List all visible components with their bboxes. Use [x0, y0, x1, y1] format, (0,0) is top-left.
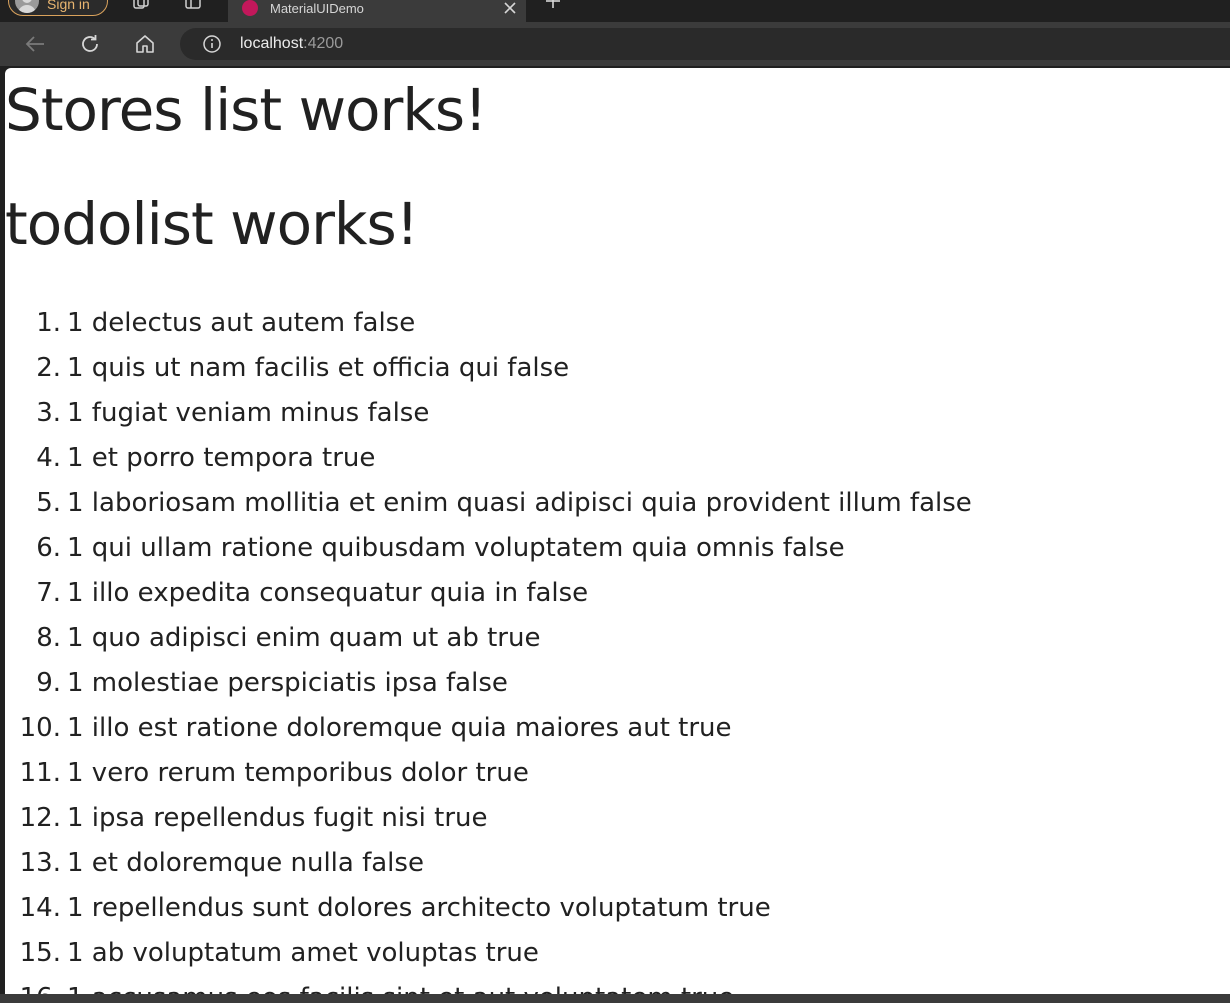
todo-number: 12.	[19, 803, 61, 833]
close-icon[interactable]	[502, 0, 518, 16]
tab-strip: Sign in MaterialUIDemo	[0, 0, 1230, 22]
todo-item: 8. 1 quo adipisci enim quam ut ab true	[5, 616, 972, 661]
todolist-heading: todolist works!	[5, 190, 419, 258]
info-icon[interactable]	[202, 34, 222, 54]
todo-text: 1 et doloremque nulla false	[67, 848, 424, 878]
todo-text: 1 vero rerum temporibus dolor true	[67, 758, 529, 788]
todo-text: 1 qui ullam ratione quibusdam voluptatem…	[67, 533, 845, 563]
todo-text: 1 illo expedita consequatur quia in fals…	[67, 578, 589, 608]
todo-text: 1 delectus aut autem false	[67, 308, 416, 338]
todo-number: 14.	[19, 893, 61, 923]
todo-text: 1 accusamus eos facilis sint et aut volu…	[67, 976, 734, 994]
todo-item: 14. 1 repellendus sunt dolores architecto…	[5, 886, 972, 931]
todo-item: 4. 1 et porro tempora true	[5, 436, 972, 481]
todo-item: 13. 1 et doloremque nulla false	[5, 841, 972, 886]
todo-text: 1 ipsa repellendus fugit nisi true	[67, 803, 488, 833]
todo-item: 6. 1 qui ullam ratione quibusdam voluptat…	[5, 526, 972, 571]
window-bottom-edge	[0, 994, 1230, 1003]
todo-item: 16. 1 accusamus eos facilis sint et aut v…	[5, 976, 972, 994]
arrow-left-icon	[25, 36, 44, 52]
todo-list: 1. 1 delectus aut autem false 2. 1 quis ut …	[5, 301, 972, 994]
todo-text: 1 ab voluptatum amet voluptas true	[67, 938, 539, 968]
todo-item: 7. 1 illo expedita consequatur quia in fa…	[5, 571, 972, 616]
avatar-icon	[15, 0, 39, 13]
todo-number: 7.	[36, 578, 61, 608]
todo-number: 4.	[36, 443, 61, 473]
url-host: localhost	[240, 35, 304, 52]
tab-actions-icon[interactable]	[184, 0, 202, 10]
todo-item: 12. 1 ipsa repellendus fugit nisi true	[5, 796, 972, 841]
home-button[interactable]	[133, 32, 157, 56]
todo-number: 13.	[19, 848, 61, 878]
todo-text: 1 illo est ratione doloremque quia maior…	[67, 713, 732, 743]
todo-number: 16.	[5, 976, 61, 994]
todo-text: 1 fugiat veniam minus false	[67, 398, 430, 428]
todo-text: 1 molestiae perspiciatis ipsa false	[67, 668, 508, 698]
browser-toolbar: localhost:4200	[0, 22, 1230, 66]
todo-item: 9. 1 molestiae perspiciatis ipsa false	[5, 661, 972, 706]
address-bar[interactable]: localhost:4200	[180, 28, 1230, 60]
todo-number: 3.	[36, 398, 61, 428]
todo-number: 5.	[36, 488, 61, 518]
tab-active[interactable]: MaterialUIDemo	[228, 0, 526, 22]
tab-title: MaterialUIDemo	[270, 0, 364, 16]
todo-number: 8.	[36, 623, 61, 653]
todo-item: 5. 1 laboriosam mollitia et enim quasi ad…	[5, 481, 972, 526]
reload-button[interactable]	[78, 32, 102, 56]
todo-number: 2.	[36, 353, 61, 383]
profile-button[interactable]: Sign in	[8, 0, 108, 16]
url-port: :4200	[303, 35, 344, 52]
back-button[interactable]	[23, 32, 47, 56]
todo-text: 1 et porro tempora true	[67, 443, 376, 473]
todo-item: 10. 1 illo est ratione doloremque quia ma…	[5, 706, 972, 751]
home-icon	[136, 35, 154, 53]
todo-number: 15.	[19, 938, 61, 968]
todo-item: 15. 1 ab voluptatum amet voluptas true	[5, 931, 972, 976]
todo-item: 1. 1 delectus aut autem false	[5, 301, 972, 346]
todo-text: 1 quis ut nam facilis et officia qui fal…	[67, 353, 570, 383]
workspaces-icon[interactable]	[132, 0, 150, 10]
todo-number: 10.	[19, 713, 61, 743]
angular-favicon-icon	[242, 0, 258, 16]
new-tab-icon[interactable]	[544, 0, 562, 10]
todo-text: 1 repellendus sunt dolores architecto vo…	[67, 893, 771, 923]
profile-label: Sign in	[47, 0, 90, 12]
todo-number: 1.	[36, 308, 61, 338]
todo-number: 9.	[36, 668, 61, 698]
todo-number: 6.	[36, 533, 61, 563]
todo-text: 1 quo adipisci enim quam ut ab true	[67, 623, 541, 653]
todo-item: 11. 1 vero rerum temporibus dolor true	[5, 751, 972, 796]
page-viewport: Stores list works! todolist works! 1. 1 d…	[5, 68, 1230, 994]
todo-item: 3. 1 fugiat veniam minus false	[5, 391, 972, 436]
stores-heading: Stores list works!	[5, 76, 487, 144]
todo-item: 2. 1 quis ut nam facilis et officia qui f…	[5, 346, 972, 391]
todo-text: 1 laboriosam mollitia et enim quasi adip…	[67, 488, 972, 518]
todo-number: 11.	[19, 758, 61, 788]
reload-icon	[82, 35, 98, 52]
